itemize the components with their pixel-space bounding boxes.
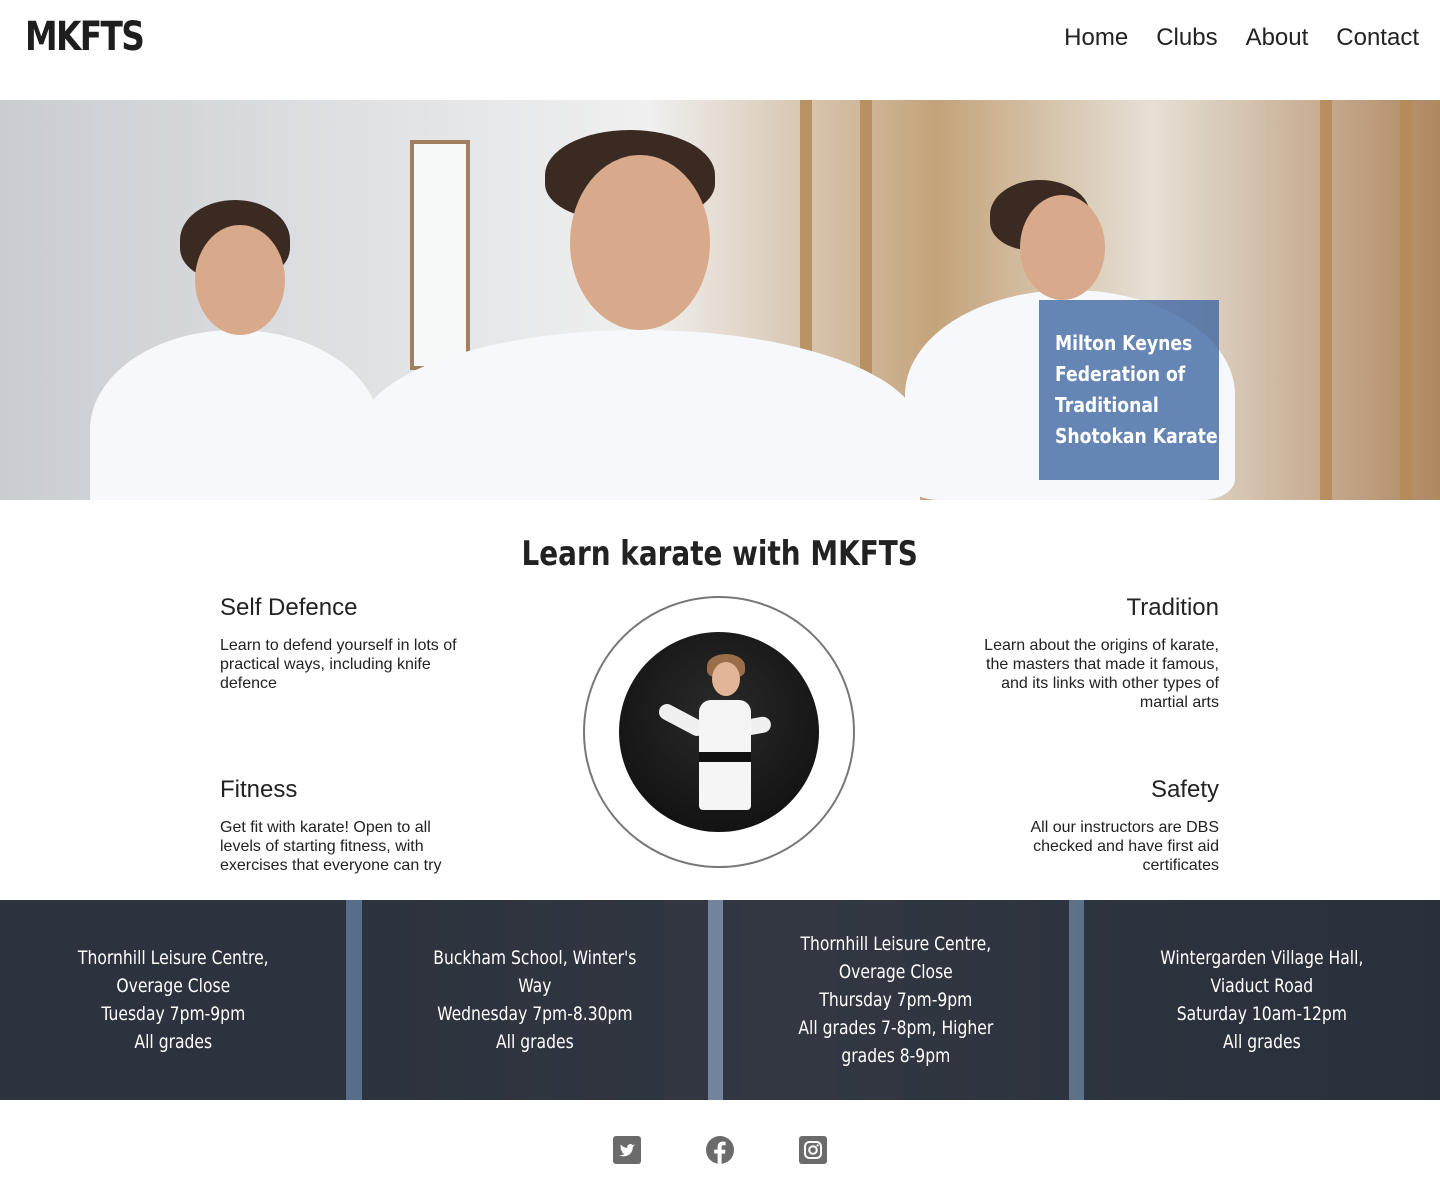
- feature-text: Get fit with karate! Open to all levels …: [220, 819, 442, 874]
- main-nav: Home Clubs About Contact: [1064, 24, 1419, 52]
- nav-link-clubs[interactable]: Clubs: [1156, 24, 1217, 52]
- feature-self-defence: Self Defence Learn to defend yourself in…: [220, 594, 470, 693]
- instagram-icon[interactable]: [798, 1135, 828, 1165]
- location-text: Buckham School, Winter's Way Wednesday 7…: [433, 944, 636, 1056]
- nav-link-contact[interactable]: Contact: [1336, 24, 1419, 52]
- feature-safety: Safety All our instructors are DBS check…: [969, 776, 1219, 875]
- hero-caption-line: Traditional: [1055, 393, 1159, 417]
- feature-title: Safety: [1150, 776, 1219, 803]
- hero-caption-line: Milton Keynes: [1055, 331, 1193, 355]
- nav-link-home[interactable]: Home: [1064, 24, 1128, 52]
- student-face: [712, 662, 740, 696]
- hero-bg-bar: [1400, 100, 1412, 500]
- location-line: All grades: [134, 1031, 212, 1053]
- facebook-icon[interactable]: [705, 1135, 735, 1165]
- site-header: MKFTS Home Clubs About Contact: [0, 0, 1440, 100]
- location-line: Wednesday 7pm-8.30pm: [437, 1003, 633, 1025]
- feature-text: Learn about the origins of karate, the m…: [984, 637, 1219, 711]
- location-line: Thornhill Leisure Centre,: [77, 947, 269, 969]
- location-line: Saturday 10am-12pm: [1176, 1003, 1348, 1025]
- section-title: Learn karate with MKFTS: [0, 534, 1440, 574]
- site-logo[interactable]: MKFTS: [25, 14, 145, 60]
- hero-person-face: [195, 225, 285, 335]
- location-text: Thornhill Leisure Centre, Overage Close …: [78, 944, 269, 1056]
- location-card: Wintergarden Village Hall, Viaduct Road …: [1084, 900, 1440, 1100]
- hero-person-face: [1020, 195, 1105, 300]
- feature-text: Learn to defend yourself in lots of prac…: [220, 637, 457, 692]
- feature-text: All our instructors are DBS checked and …: [1030, 819, 1219, 874]
- feature-fitness: Fitness Get fit with karate! Open to all…: [220, 776, 470, 875]
- section-title-text: Learn karate with MKFTS: [521, 534, 919, 574]
- feature-title: Fitness: [220, 776, 298, 803]
- location-line: Way: [518, 975, 552, 997]
- feature-tradition: Tradition Learn about the origins of kar…: [969, 594, 1219, 712]
- location-line: grades 8-9pm: [841, 1045, 951, 1067]
- club-locations: Thornhill Leisure Centre, Overage Close …: [0, 900, 1440, 1100]
- location-line: Thursday 7pm-9pm: [819, 989, 973, 1011]
- student-black-belt: [699, 752, 751, 762]
- location-line: Wintergarden Village Hall,: [1160, 947, 1364, 969]
- feature-title: Tradition: [1126, 594, 1219, 621]
- location-card: Thornhill Leisure Centre, Overage Close …: [0, 900, 346, 1100]
- hero-caption-line: Federation of: [1055, 362, 1186, 386]
- hero-person-face: [570, 155, 710, 330]
- hero-bg-window: [410, 140, 470, 370]
- location-line: Tuesday 7pm-9pm: [101, 1003, 245, 1025]
- hero-person-left: [90, 330, 380, 500]
- location-line: Thornhill Leisure Centre,: [800, 933, 992, 955]
- location-card: Thornhill Leisure Centre, Overage Close …: [723, 900, 1069, 1100]
- location-text: Thornhill Leisure Centre, Overage Close …: [799, 930, 994, 1070]
- hero-caption-line: Shotokan Karate: [1055, 424, 1218, 448]
- location-line: All grades 7-8pm, Higher: [798, 1017, 994, 1039]
- nav-link-about[interactable]: About: [1246, 24, 1309, 52]
- feature-title: Self Defence: [220, 594, 358, 621]
- hero-bg-bar: [1320, 100, 1332, 500]
- twitter-icon[interactable]: [612, 1135, 642, 1165]
- location-line: Overage Close: [116, 975, 230, 997]
- location-line: Overage Close: [839, 961, 953, 983]
- hero-caption: Milton Keynes Federation of Traditional …: [1039, 300, 1219, 480]
- location-text: Wintergarden Village Hall, Viaduct Road …: [1160, 944, 1363, 1056]
- location-line: All grades: [496, 1031, 574, 1053]
- location-line: All grades: [1223, 1031, 1301, 1053]
- hero-banner: Milton Keynes Federation of Traditional …: [0, 100, 1440, 500]
- location-line: Viaduct Road: [1210, 975, 1314, 997]
- karate-student-photo: [619, 632, 819, 832]
- location-card: Buckham School, Winter's Way Wednesday 7…: [362, 900, 708, 1100]
- location-line: Buckham School, Winter's: [433, 947, 637, 969]
